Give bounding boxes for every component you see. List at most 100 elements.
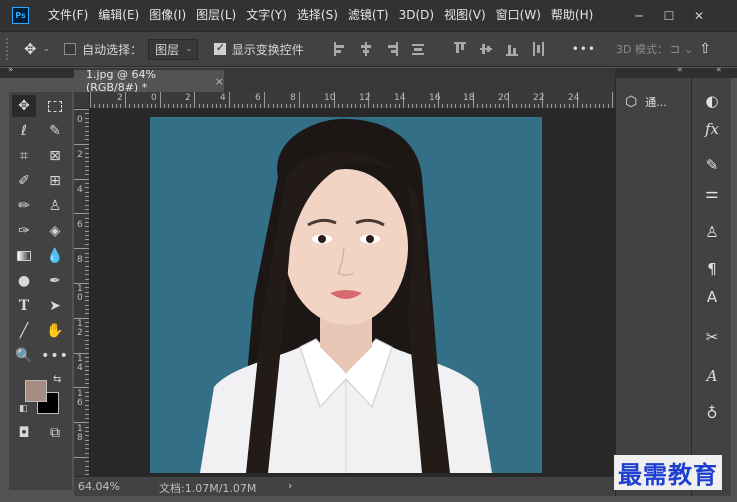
menu-type[interactable]: 文字(Y) (241, 0, 292, 31)
ruler-label: 1 4 (77, 354, 83, 373)
menu-filter[interactable]: 滤镜(T) (343, 0, 394, 31)
align-top-icon[interactable] (453, 42, 466, 56)
adjustments-icon[interactable]: ◐ (692, 90, 732, 112)
document-tab-bar: 1.jpg @ 64%(RGB/8#) * × (74, 68, 615, 94)
ruler-label: 16 (429, 93, 441, 103)
gradient-icon[interactable] (12, 245, 36, 267)
chevron-down-icon[interactable]: ⌄ (43, 44, 51, 54)
eraser-icon[interactable]: ◈ (43, 220, 67, 242)
crop-icon[interactable]: ⌗ (12, 145, 36, 167)
zoom-icon[interactable]: 🔍 (12, 345, 36, 367)
align-left-icon[interactable] (333, 42, 346, 56)
rectangular-marquee-icon[interactable] (43, 95, 67, 117)
auto-select-label: 自动选择： (82, 42, 143, 57)
distribute-vertical-icon[interactable] (411, 42, 424, 56)
move-tool-icon[interactable]: ✥ (12, 95, 36, 117)
options-grip[interactable] (6, 38, 10, 60)
maximize-button[interactable]: ☐ (654, 0, 684, 31)
minimize-button[interactable]: ─ (624, 0, 654, 31)
character-icon[interactable]: A (692, 286, 732, 308)
learn-icon[interactable]: ♁ (692, 402, 732, 424)
3d-mode-label: 3D 模式： (615, 43, 668, 56)
default-colors-icon[interactable]: ◧ (19, 404, 28, 414)
close-window-button[interactable]: ✕ (684, 0, 714, 31)
fx-styles-icon[interactable]: fx (692, 118, 732, 140)
hand-icon[interactable]: ✋ (43, 320, 67, 342)
3d-roll-icon[interactable]: ⌄ (684, 43, 693, 56)
properties-icon[interactable]: ⚌ (692, 182, 732, 204)
auto-select-checkbox[interactable] (64, 43, 77, 55)
document-canvas[interactable] (150, 117, 542, 473)
distribute-horizontal-icon[interactable] (532, 42, 544, 56)
close-tab-icon[interactable]: × (215, 75, 224, 88)
share-icon[interactable]: ⇧ (699, 41, 711, 57)
screen-mode-icon[interactable]: ⧉ (43, 422, 67, 444)
dodge-icon[interactable]: ● (12, 270, 36, 292)
eyedropper-icon[interactable]: ✐ (12, 170, 36, 192)
menu-select[interactable]: 选择(S) (292, 0, 343, 31)
channels-panel-item[interactable]: ⬡ 通... (625, 94, 667, 110)
brush-icon[interactable]: ✏ (12, 195, 36, 217)
history-brush-icon[interactable]: ✑ (12, 220, 36, 242)
collapse-icon[interactable]: « (677, 65, 683, 75)
document-tab[interactable]: 1.jpg @ 64%(RGB/8#) * × (74, 68, 224, 94)
auto-select-target-dropdown[interactable]: 图层 ⌄ (148, 38, 198, 60)
photoshop-logo[interactable]: Ps (12, 7, 29, 24)
blur-icon[interactable]: 💧 (43, 245, 67, 267)
brush-settings-icon[interactable]: ✎ (692, 154, 732, 176)
collapse-icon[interactable]: « (716, 65, 722, 75)
panel-collapse-strip[interactable]: « « (615, 65, 737, 78)
vertical-ruler[interactable]: 0 2 4 6 8 1 0 1 2 1 4 1 6 1 8 (74, 109, 90, 476)
show-transform-label: 显示变换控件 (231, 42, 304, 57)
line-icon[interactable]: ╱ (12, 320, 36, 342)
type-icon[interactable]: T (12, 295, 36, 317)
3d-orbit-icon[interactable]: ⊐ (670, 42, 680, 56)
zoom-level[interactable]: 64.04% (78, 480, 120, 493)
path-selection-icon[interactable]: ➤ (43, 295, 67, 317)
ruler-label: 14 (394, 93, 406, 103)
align-horizontal-center-icon[interactable] (360, 42, 372, 56)
ruler-label: 18 (463, 93, 475, 103)
ruler-label: 24 (568, 93, 580, 103)
menu-image[interactable]: 图像(I) (144, 0, 191, 31)
clone-stamp-icon[interactable]: ♙ (43, 195, 67, 217)
foreground-color-swatch[interactable] (25, 380, 47, 402)
ruler-label: 1 6 (77, 389, 83, 408)
more-options-button[interactable]: ••• (572, 42, 596, 56)
status-menu-arrow[interactable]: › (288, 479, 292, 492)
clone-source-icon[interactable]: ♙ (692, 221, 732, 243)
show-transform-checkbox[interactable] (213, 41, 226, 55)
spot-healing-icon[interactable]: ⊞ (43, 170, 67, 192)
tools-options-icon[interactable]: ✂ (692, 326, 732, 348)
ruler-origin[interactable] (74, 92, 90, 109)
more-tools-icon[interactable]: ••• (41, 345, 68, 367)
ruler-label: 8 (290, 93, 296, 103)
status-bar: 64.04% 文档:1.07M/1.07M › (74, 476, 615, 496)
swap-colors-icon[interactable]: ⇆ (53, 374, 61, 385)
toolbar-collapse-strip[interactable]: » (0, 65, 74, 78)
character-styles-icon[interactable]: ¶ (692, 258, 732, 280)
align-right-icon[interactable] (386, 42, 398, 56)
menu-window[interactable]: 窗口(W) (491, 0, 546, 31)
collapse-icon[interactable]: » (8, 65, 14, 75)
pen-icon[interactable]: ✒ (43, 270, 67, 292)
align-vertical-center-icon[interactable] (479, 42, 492, 56)
document-info[interactable]: 文档:1.07M/1.07M (159, 480, 256, 496)
menu-edit[interactable]: 编辑(E) (93, 0, 144, 31)
quick-mask-icon[interactable]: ◘ (12, 422, 36, 444)
ruler-label: 0 (151, 93, 157, 103)
lasso-icon[interactable]: ℓ (12, 120, 36, 142)
portrait-photo (200, 118, 492, 473)
menu-help[interactable]: 帮助(H) (546, 0, 598, 31)
ruler-label: 6 (77, 220, 83, 230)
menu-file[interactable]: 文件(F) (43, 0, 93, 31)
move-tool-preset-icon[interactable]: ✥ (24, 40, 37, 58)
menu-layer[interactable]: 图层(L) (191, 0, 241, 31)
menu-view[interactable]: 视图(V) (439, 0, 491, 31)
menu-3d[interactable]: 3D(D) (394, 0, 439, 31)
quick-selection-icon[interactable]: ✎ (43, 120, 67, 142)
frame-icon[interactable]: ⊠ (43, 145, 67, 167)
align-bottom-icon[interactable] (505, 42, 518, 56)
glyphs-icon[interactable]: A (692, 365, 732, 387)
horizontal-ruler[interactable]: 2 0 2 4 6 8 10 12 14 16 18 20 22 24 (90, 92, 615, 109)
